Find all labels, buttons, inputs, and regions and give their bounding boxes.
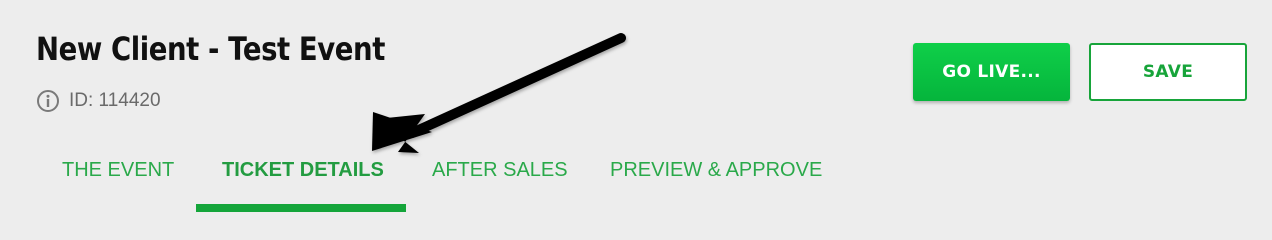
event-id: ID: 114420 (69, 90, 161, 111)
event-id-row: ID: 114420 (36, 89, 161, 113)
event-tabs: THE EVENT TICKET DETAILS AFTER SALES PRE… (0, 140, 1272, 212)
tab-preview-approve[interactable]: PREVIEW & APPROVE (610, 159, 822, 182)
page-title: New Client - Test Event (36, 30, 385, 68)
tab-the-event[interactable]: THE EVENT (62, 159, 174, 182)
tab-after-sales[interactable]: AFTER SALES (432, 159, 568, 182)
active-tab-indicator (196, 204, 406, 212)
tab-ticket-details[interactable]: TICKET DETAILS (222, 159, 384, 182)
event-editor-header: New Client - Test Event ID: 114420 GO LI… (0, 0, 1272, 212)
info-circle-icon (37, 90, 59, 112)
go-live-button[interactable]: GO LIVE... (913, 43, 1070, 101)
save-button[interactable]: SAVE (1089, 43, 1247, 101)
